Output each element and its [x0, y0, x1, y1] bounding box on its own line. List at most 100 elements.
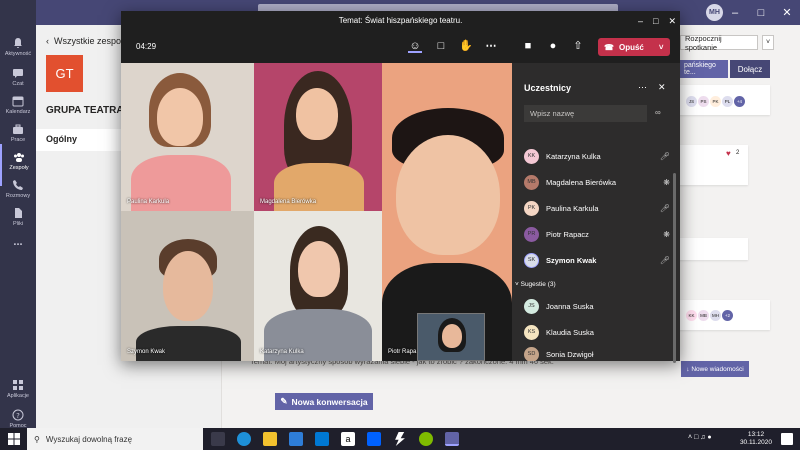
self-view-tile[interactable]: [417, 313, 485, 361]
raise-hand-icon[interactable]: ✋: [459, 39, 473, 53]
microphone-icon: 🎤︎: [659, 151, 670, 161]
suggestion-row[interactable]: SD Sonia Dzwigoł: [524, 347, 674, 361]
microphone-icon: 🎤︎: [659, 203, 670, 213]
svg-text:?: ?: [16, 412, 20, 420]
lightning-icon[interactable]: [395, 432, 405, 446]
compose-icon: ✎: [280, 396, 288, 406]
leave-button[interactable]: ☎ Opuść ˅: [598, 38, 670, 56]
new-messages-label: Nowe wiadomości: [691, 365, 744, 373]
windows-start-icon[interactable]: [8, 433, 20, 445]
system-tray-icons[interactable]: ˄ □ ♫ ●: [688, 434, 712, 441]
participant-row[interactable]: PK Paulina Karkula 🎤︎: [524, 197, 674, 219]
close-icon[interactable]: ✕: [774, 0, 800, 25]
file-icon: [15, 208, 22, 218]
video-tile[interactable]: Paulina Karkula: [121, 63, 254, 211]
heart-icon[interactable]: ♥: [726, 149, 731, 158]
avatar: MB: [524, 174, 539, 190]
microphone-icon[interactable]: ●: [546, 39, 560, 53]
start-meeting-button[interactable]: Rozpocznij spotkanie: [680, 34, 758, 52]
video-feed: [157, 88, 203, 146]
taskbar: ⚲ Wyszukaj dowolną frazę a ˄ □ ♫ ● 13:12 3…: [0, 428, 800, 450]
participant-name: Szymon Kwak: [546, 255, 597, 265]
store-icon[interactable]: [289, 432, 303, 446]
close-icon[interactable]: ✕: [668, 16, 676, 27]
link-icon[interactable]: ∞: [655, 108, 661, 117]
rail-label: Zespoły: [9, 165, 29, 171]
avatar: PR: [524, 226, 539, 242]
avatar: JS: [524, 298, 539, 314]
tile-name: Piotr Rapa: [388, 349, 417, 355]
participant-name: Sonia Dzwigoł: [546, 349, 594, 359]
participant-row[interactable]: SK Szymon Kwak 🎤︎: [524, 249, 674, 271]
chevron-down-icon[interactable]: ˅: [762, 35, 774, 50]
minimize-icon[interactable]: –: [722, 0, 748, 25]
participants-panel: Uczestnicy ⋯ ✕ Wpisz nazwę ∞ KK Katarzyn…: [512, 63, 680, 363]
avatar[interactable]: MH: [706, 4, 723, 21]
maximize-icon[interactable]: □: [748, 0, 774, 25]
edge-icon[interactable]: [237, 432, 251, 446]
new-conversation-label: Nowa konwersacja: [291, 396, 368, 407]
rail-label: Czat: [12, 81, 24, 87]
video-tile[interactable]: Szymon Kwak: [121, 211, 254, 361]
new-messages-button[interactable]: ↓ Nowe wiadomości: [681, 361, 749, 377]
suggestion-row[interactable]: KS Klaudia Suska: [524, 321, 674, 343]
team-name: GRUPA TEATRALI: [46, 105, 133, 116]
participant-avatars: JS PS PK PL +4: [686, 94, 746, 107]
participants-icon[interactable]: ☺: [408, 39, 422, 53]
mini-avatar: PK: [710, 96, 721, 107]
mini-avatar: PS: [698, 96, 709, 107]
video-tile[interactable]: Magdalena Bierówka: [254, 63, 382, 211]
more-icon[interactable]: ...: [0, 236, 36, 278]
maximize-icon[interactable]: □: [653, 16, 658, 26]
participant-name: Joanna Suska: [546, 301, 594, 311]
tile-name: Paulina Karkula: [127, 199, 170, 205]
mini-avatar: PL: [722, 96, 733, 107]
briefcase-icon: [13, 124, 23, 134]
more-count: +4: [734, 96, 745, 107]
more-options-icon[interactable]: ⋯: [638, 82, 647, 93]
teams-taskbar-icon[interactable]: [445, 432, 459, 446]
meeting-toolbar: 04:29 ☺ □ ✋ ⋯ ■ ● ⇧ ☎ Opuść ˅: [121, 31, 680, 63]
new-conversation-button[interactable]: ✎ Nowa konwersacja: [275, 393, 373, 410]
chat-icon[interactable]: □: [434, 39, 448, 53]
more-options-icon[interactable]: ⋯: [484, 39, 498, 53]
search-icon: ⚲: [34, 434, 40, 444]
clock[interactable]: 13:12 30.11.2020: [740, 431, 772, 447]
taskbar-search[interactable]: ⚲ Wyszukaj dowolną frazę: [27, 428, 203, 450]
suggestions-header[interactable]: ˅ Sugestie (3): [515, 281, 556, 288]
avatar: PK: [524, 200, 539, 216]
share-screen-icon[interactable]: ⇧: [571, 39, 585, 53]
teams-icon: [14, 153, 24, 162]
back-link[interactable]: ‹ Wszystkie zespoły: [46, 36, 128, 46]
folder-icon[interactable]: [263, 432, 277, 446]
join-button[interactable]: Dołącz: [730, 60, 770, 78]
camera-icon[interactable]: ■: [521, 39, 535, 53]
task-view-icon[interactable]: [211, 432, 225, 446]
mail-icon[interactable]: [315, 432, 329, 446]
apps-icon: [13, 380, 23, 390]
scrollbar[interactable]: [673, 173, 676, 363]
video-feed: [298, 241, 340, 297]
minimize-icon[interactable]: –: [638, 16, 643, 26]
rail-label: Kalendarz: [5, 109, 31, 115]
notifications-icon[interactable]: [781, 433, 793, 445]
participant-name: Piotr Rapacz: [546, 229, 589, 239]
meeting-chip[interactable]: pańskiego te...: [680, 60, 728, 78]
phone-hangup-icon: ☎: [604, 42, 614, 52]
video-tile[interactable]: Katarzyna Kulka: [254, 211, 382, 361]
tile-name: Magdalena Bierówka: [260, 199, 317, 205]
meeting-window: Temat: Świat hiszpańskiego teatru. – □ ✕…: [121, 11, 680, 363]
participant-row[interactable]: PR Piotr Rapacz ❋: [524, 223, 674, 245]
app-icon[interactable]: [419, 432, 433, 446]
participant-row[interactable]: MB Magdalena Bierówka ❋: [524, 171, 674, 193]
participant-name: Paulina Karkula: [546, 203, 599, 213]
avatar: KS: [524, 324, 539, 340]
dropbox-icon[interactable]: [367, 432, 381, 446]
amazon-icon[interactable]: a: [341, 432, 355, 446]
close-panel-icon[interactable]: ✕: [658, 82, 666, 93]
participant-search-input[interactable]: Wpisz nazwę: [524, 105, 647, 122]
participant-row[interactable]: KK Katarzyna Kulka 🎤︎: [524, 145, 674, 167]
chevron-left-icon: ‹: [46, 36, 54, 46]
help-icon: ?: [12, 409, 24, 421]
suggestion-row[interactable]: JS Joanna Suska: [524, 295, 674, 317]
